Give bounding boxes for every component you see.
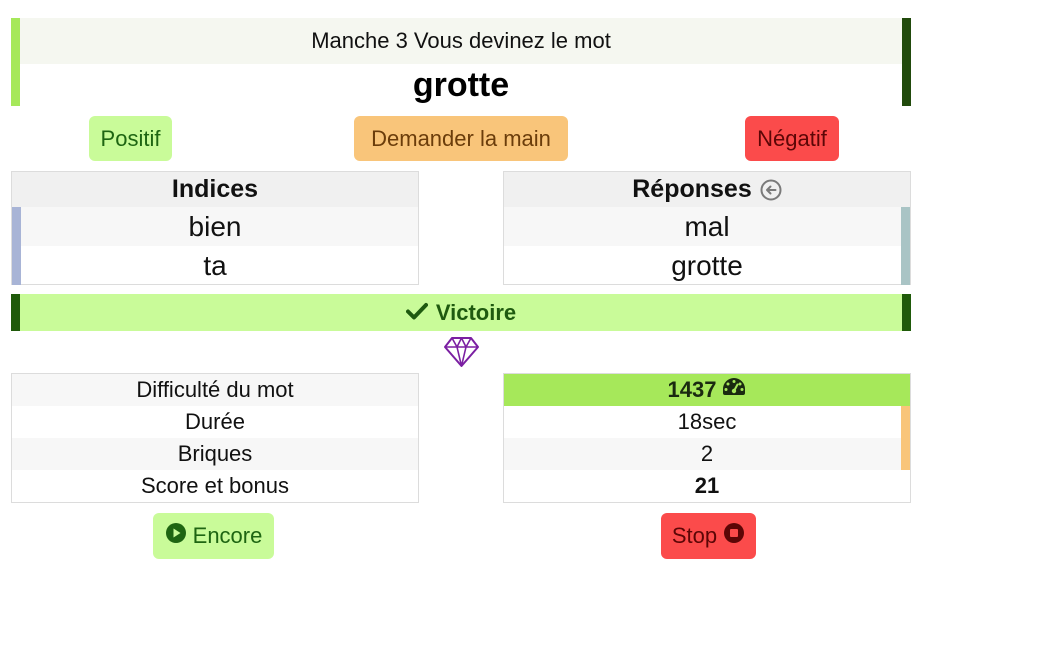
negatif-button[interactable]: Négatif bbox=[745, 116, 839, 161]
reponse-text: mal bbox=[684, 210, 730, 242]
indices-row: ta bbox=[12, 246, 418, 285]
encore-button[interactable]: Encore bbox=[153, 513, 274, 559]
victory-banner: Victoire bbox=[11, 294, 911, 331]
indices-table: Indices bien ta bbox=[11, 171, 419, 285]
check-icon bbox=[405, 300, 428, 326]
round-subtitle: Manche 3 Vous devinez le mot bbox=[20, 18, 902, 64]
victory-left-accent bbox=[11, 294, 20, 331]
stats-labels-table: Difficulté du mot Durée Briques Score et… bbox=[11, 373, 419, 503]
victory-right-accent bbox=[902, 294, 911, 331]
reponses-row: mal bbox=[504, 207, 910, 246]
target-word: grotte bbox=[412, 65, 510, 104]
reponse-text: grotte bbox=[671, 249, 743, 281]
reponses-title: Réponses bbox=[632, 175, 752, 203]
diamond-icon bbox=[443, 336, 480, 368]
header-left-accent bbox=[11, 18, 20, 106]
positif-button[interactable]: Positif bbox=[89, 116, 172, 161]
gauge-icon bbox=[722, 377, 746, 403]
duration-value: 18sec bbox=[677, 409, 737, 434]
arrow-left-circle-icon[interactable] bbox=[760, 179, 782, 201]
stat-label: Durée bbox=[185, 409, 245, 434]
encore-label: Encore bbox=[192, 523, 263, 548]
indices-header: Indices bbox=[12, 172, 418, 207]
difficulty-value: 1437 bbox=[667, 377, 717, 402]
difficulty-value-row: 1437 bbox=[504, 374, 910, 406]
indice-text: bien bbox=[188, 210, 242, 242]
stop-label: Stop bbox=[671, 523, 718, 548]
stat-label: Briques bbox=[12, 438, 418, 470]
indice-text: ta bbox=[203, 249, 227, 281]
stat-label: Difficulté du mot bbox=[12, 374, 418, 406]
header-right-accent bbox=[902, 18, 911, 106]
stats-values-table: 1437 18sec 2 21 bbox=[503, 373, 911, 503]
demander-main-button[interactable]: Demander la main bbox=[354, 116, 568, 161]
indices-accent bbox=[12, 207, 21, 285]
round-header: Manche 3 Vous devinez le mot grotte bbox=[11, 18, 911, 106]
stop-circle-icon bbox=[723, 522, 745, 550]
reponses-header: Réponses bbox=[504, 172, 910, 207]
stop-button[interactable]: Stop bbox=[661, 513, 756, 559]
indices-row: bien bbox=[12, 207, 418, 246]
play-circle-icon bbox=[165, 522, 187, 550]
stat-label: Score et bonus bbox=[141, 473, 289, 498]
score-value: 21 bbox=[694, 473, 720, 498]
reponses-table: Réponses mal grotte bbox=[503, 171, 911, 285]
victory-label: Victoire bbox=[435, 299, 517, 325]
reponses-row: grotte bbox=[504, 246, 910, 285]
indices-title: Indices bbox=[171, 175, 259, 203]
bricks-value: 2 bbox=[504, 438, 910, 470]
reponses-accent bbox=[901, 207, 910, 285]
stats-orange-accent bbox=[901, 406, 910, 470]
